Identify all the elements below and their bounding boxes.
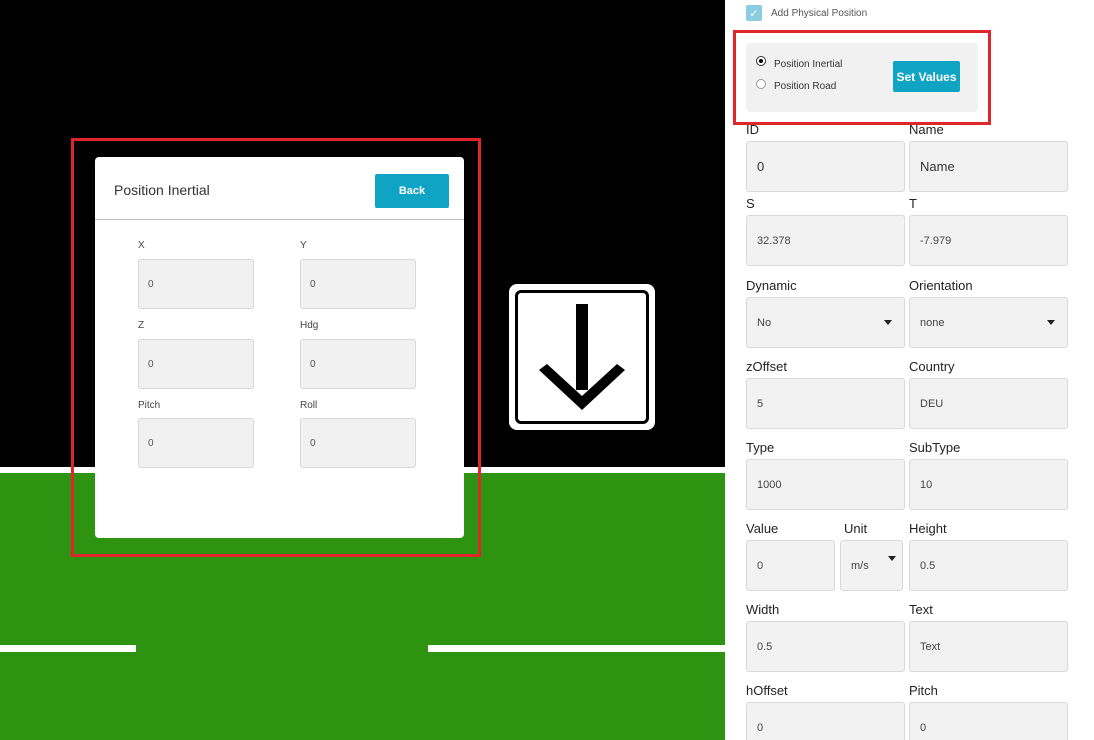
width-label: Width <box>746 602 780 617</box>
dropdown-caret-icon <box>884 320 892 325</box>
hoffset-input[interactable]: 0 <box>746 702 905 740</box>
type-input[interactable]: 1000 <box>746 459 905 510</box>
orientation-select-value: none <box>920 316 945 329</box>
dynamic-select-value: No <box>757 316 772 329</box>
lane-marking <box>0 645 136 652</box>
country-label: Country <box>909 359 955 374</box>
pitch-input[interactable]: 0 <box>909 702 1068 740</box>
text-label: Text <box>909 602 933 617</box>
road-sign-down-arrow[interactable] <box>509 284 655 430</box>
s-input[interactable]: 32.378 <box>746 215 905 266</box>
subtype-label: SubType <box>909 440 961 455</box>
hoffset-label: hOffset <box>746 683 788 698</box>
height-input[interactable]: 0.5 <box>909 540 1068 591</box>
type-label: Type <box>746 440 775 455</box>
dynamic-select[interactable]: No <box>746 297 905 348</box>
add-physical-position-checkbox[interactable]: ✓ <box>746 5 762 21</box>
name-input[interactable]: Name <box>909 141 1068 192</box>
dropdown-caret-icon <box>888 556 896 561</box>
add-physical-position-label: Add Physical Position <box>771 8 868 19</box>
unit-label: Unit <box>844 521 868 536</box>
arrow-down-icon <box>539 304 625 410</box>
unit-select-value: m/s <box>851 559 869 572</box>
value-label: Value <box>746 521 779 536</box>
t-input[interactable]: -7.979 <box>909 215 1068 266</box>
width-input[interactable]: 0.5 <box>746 621 905 672</box>
unit-select[interactable]: m/s <box>840 540 903 591</box>
country-input[interactable]: DEU <box>909 378 1068 429</box>
height-label: Height <box>909 521 947 536</box>
t-label: T <box>909 196 917 211</box>
s-label: S <box>746 196 755 211</box>
subtype-input[interactable]: 10 <box>909 459 1068 510</box>
pitch-label: Pitch <box>909 683 938 698</box>
lane-marking <box>428 645 728 652</box>
dynamic-label: Dynamic <box>746 278 797 293</box>
text-input[interactable]: Text <box>909 621 1068 672</box>
zoffset-label: zOffset <box>746 359 787 374</box>
check-icon: ✓ <box>749 7 759 20</box>
id-input[interactable]: 0 <box>746 141 905 192</box>
orientation-select[interactable]: none <box>909 297 1068 348</box>
value-input[interactable]: 0 <box>746 540 835 591</box>
orientation-label: Orientation <box>909 278 973 293</box>
dropdown-caret-icon <box>1047 320 1055 325</box>
zoffset-input[interactable]: 5 <box>746 378 905 429</box>
highlight-box-position-type <box>733 30 991 125</box>
highlight-box-dialog <box>71 138 481 557</box>
